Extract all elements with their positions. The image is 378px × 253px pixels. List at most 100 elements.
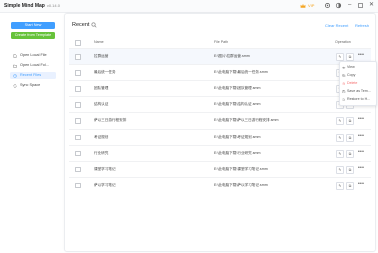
file-path: E:\此电脑下载\萨以三日游行程安排.smm [214,118,279,123]
column-header-path: File Path [214,40,229,44]
vip-label[interactable]: VIP [308,3,314,8]
clear-recent-link[interactable]: Clear Recent [325,23,348,28]
more-options-icon[interactable]: ••• [358,149,364,155]
more-options-icon[interactable]: ••• [358,181,364,187]
sidebar-item-open-local-folder[interactable]: Open Local Fol... [10,62,56,69]
menu-item-label: Copy [347,73,356,77]
copy-icon [342,74,346,77]
menu-item-label: Delete [347,81,358,85]
search-icon[interactable] [91,22,97,28]
open-icon[interactable]: ⧉ [346,149,354,158]
app-title: Simple Mind Map v0.14.0 [4,3,60,9]
open-icon[interactable]: ⧉ [346,165,354,174]
table-row[interactable]: 最后统一任务E:\此电脑下载\最后统一任务.smm✎⧉••• [69,64,371,81]
more-options-icon[interactable]: ••• [358,133,364,139]
edit-icon[interactable]: ✎ [336,133,344,142]
vip-crown-icon [300,3,306,8]
row-checkbox[interactable] [75,150,81,157]
row-more-menu: View Copy Delete Save as Tem... Restore … [339,61,377,106]
table-row[interactable]: 结构认证E:\此电脑下载\结构认证.smm✎⧉••• [69,96,371,113]
edit-icon[interactable]: ✎ [336,149,344,158]
trash-icon [342,82,345,86]
table-row[interactable]: 课堂学习笔记 E:\此电脑下载\课堂学习笔记.smm ✎ ⧉ ••• [69,160,371,178]
row-checkbox[interactable] [75,70,81,76]
menu-item-restore[interactable]: Restore to H... [340,96,376,103]
file-name[interactable]: 行业研究 [94,151,108,156]
sidebar-item-recent-files[interactable]: Recent Files [10,72,56,79]
refresh-link[interactable]: Refresh [355,23,369,28]
table-header: Name File Path Operation [69,38,371,46]
more-options-icon[interactable]: ••• [358,52,364,58]
menu-item-label: Restore to H... [347,97,371,101]
row-checkbox[interactable] [75,182,81,189]
row-checkbox[interactable] [75,134,81,140]
file-name[interactable]: 拉群运营 [94,54,108,59]
file-name[interactable]: 团队管理 [94,86,108,91]
file-name[interactable]: 萨以三日游行程安排 [94,118,126,123]
close-button[interactable]: ✕ [369,2,374,9]
app-name: Simple Mind Map [4,3,45,9]
file-path: E:\此电脑下载\结构认证.smm [214,102,261,107]
open-icon[interactable]: ⧉ [346,53,354,61]
file-name[interactable]: 结构认证 [94,102,108,107]
open-icon[interactable]: ⧉ [346,181,354,190]
open-icon[interactable]: ⧉ [346,133,354,142]
sidebar-item-sync-space[interactable]: Sync Space [10,82,56,89]
select-all-checkbox[interactable] [75,40,81,46]
sidebar-item-label: Recent Files [20,73,42,77]
file-name[interactable]: 考证规划 [94,135,108,140]
sidebar-item-open-local-file[interactable]: Open Local File [10,52,56,59]
gear-icon[interactable] [324,2,331,9]
file-name[interactable]: 课堂学习笔记 [94,167,116,172]
column-header-name: Name [94,40,104,44]
column-header-operation: Operation [335,40,351,44]
file-name[interactable]: 萨以学习笔记 [94,183,116,188]
theme-icon[interactable] [335,2,342,9]
table-row[interactable]: 考证规划 E:\此电脑下载\考证规划.smm ✎ ⧉ ••• [69,128,371,146]
edit-icon[interactable]: ✎ [336,181,344,190]
sidebar-item-label: Sync Space [20,83,41,87]
table-row[interactable]: 拉群运营 E:\图片\拉群运营.smm ✎ ⧉ ••• [69,48,371,65]
menu-item-save-as-template[interactable]: Save as Tem... [340,88,376,95]
menu-item-copy[interactable]: Copy [340,72,376,79]
more-options-icon[interactable]: ••• [358,165,364,171]
file-path: E:\此电脑下载\萨以学习笔记.smm [214,182,268,187]
table-row[interactable]: 行业研究 E:\此电脑下载\行业研究.smm ✎ ⧉ ••• [69,144,371,162]
file-path: E:\此电脑下载\最后统一任务.smm [214,70,268,75]
sidebar-item-label: Open Local File [20,53,47,57]
recent-files-panel: Recent Clear Recent Refresh Name File Pa… [64,13,376,252]
open-icon[interactable]: ⧉ [346,117,354,126]
edit-icon[interactable]: ✎ [336,53,344,61]
sidebar-item-label: Open Local Fol... [20,63,49,67]
row-checkbox[interactable] [75,86,81,92]
row-checkbox[interactable] [75,166,81,173]
app-version: v0.14.0 [46,3,60,8]
maximize-button[interactable] [358,3,363,8]
table-row[interactable]: 萨以三日游行程安排 E:\此电脑下载\萨以三日游行程安排.smm ✎ ⧉ ••• [69,112,371,129]
eye-icon [342,66,346,69]
create-from-template-button[interactable]: Create from Template [11,32,55,39]
page-title: Recent [72,22,90,28]
edit-icon[interactable]: ✎ [336,117,344,126]
edit-icon[interactable]: ✎ [336,165,344,174]
folder-icon [13,64,17,68]
sidebar: Start New Create from Template Open Loca… [0,13,60,253]
row-checkbox[interactable] [75,102,81,108]
minimize-button[interactable]: – [348,2,351,9]
start-new-button[interactable]: Start New [11,22,55,29]
more-options-icon[interactable]: ••• [358,116,364,122]
row-checkbox[interactable] [75,54,81,60]
table-row[interactable]: 团队管理E:\此电脑下载\团队管理.smm✎⧉••• [69,80,371,97]
row-checkbox[interactable] [75,118,81,124]
file-path: E:\此电脑下载\考证规划.smm [214,134,261,139]
table-row[interactable]: 萨以学习笔记 E:\此电脑下载\萨以学习笔记.smm ✎ ⧉ ••• [69,176,371,194]
menu-item-label: View [347,65,355,69]
save-icon [342,90,346,93]
file-path: E:\图片\拉群运营.smm [214,54,250,58]
file-path: E:\此电脑下载\团队管理.smm [214,86,261,91]
clock-icon [13,73,17,78]
menu-item-label: Save as Tem... [347,89,371,93]
file-name[interactable]: 最后统一任务 [94,70,116,75]
menu-item-delete[interactable]: Delete [340,80,376,87]
menu-item-view[interactable]: View [340,64,376,71]
